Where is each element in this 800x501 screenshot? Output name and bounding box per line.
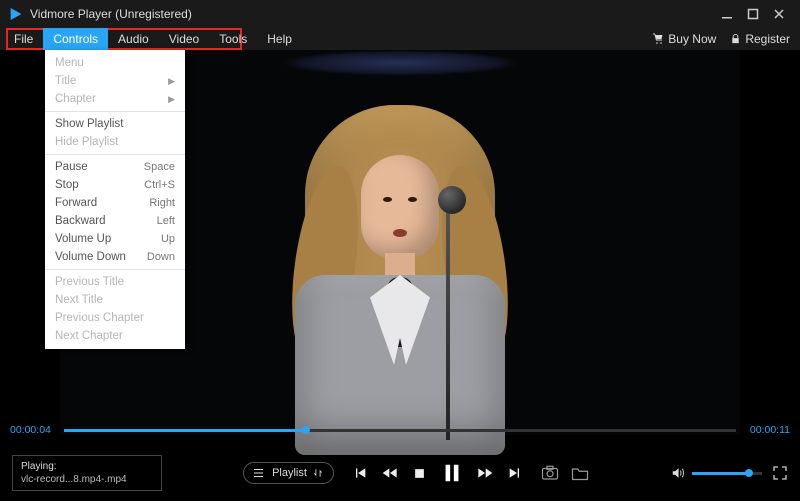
dropdown-item[interactable]: Volume Up Up [45,230,185,248]
dropdown-item-label: Forward [55,197,97,209]
menu-file[interactable]: File [4,28,43,50]
dropdown-item-label: Volume Up [55,233,111,245]
playlist-icon [254,468,266,478]
dropdown-item-label: Previous Chapter [55,312,144,324]
menu-video[interactable]: Video [159,28,209,50]
cart-icon [652,33,664,45]
dropdown-shortcut: Ctrl+S [144,179,175,191]
dropdown-item: Previous Chapter [45,309,185,327]
maximize-button[interactable] [740,4,766,24]
dropdown-item[interactable]: Volume Down Down [45,248,185,266]
dropdown-shortcut: Down [147,251,175,263]
chevron-right-icon: ▶ [168,94,175,105]
now-playing-label: Playing: [21,460,153,473]
dropdown-shortcut: Space [144,161,175,173]
dropdown-item: Hide Playlist [45,133,185,151]
dropdown-separator [45,269,185,270]
video-area[interactable]: Menu Title ▶ Chapter ▶ Show Playlist Hide Play… [0,50,800,435]
controls-dropdown: Menu Title ▶ Chapter ▶ Show Playlist Hide Play… [45,50,185,349]
open-folder-button[interactable] [571,466,589,481]
window-title: Vidmore Player (Unregistered) [30,7,714,21]
dropdown-item-label: Show Playlist [55,118,123,130]
dropdown-item[interactable]: Backward Left [45,212,185,230]
seek-bar[interactable] [64,429,736,432]
dropdown-item-label: Title [55,75,76,87]
menu-tools[interactable]: Tools [209,28,257,50]
dropdown-separator [45,154,185,155]
buy-now-label: Buy Now [668,32,716,46]
dropdown-item: Next Chapter [45,327,185,345]
playlist-label: Playlist [272,467,307,479]
dropdown-item-label: Next Chapter [55,330,123,342]
dropdown-item: Menu [45,54,185,72]
pause-button[interactable] [441,462,463,484]
dropdown-shortcut: Right [149,197,175,209]
minimize-button[interactable] [714,4,740,24]
now-playing-box: Playing: vlc-record...8.mp4-.mp4 [12,455,162,491]
dropdown-item[interactable]: Show Playlist [45,115,185,133]
now-playing-filename: vlc-record...8.mp4-.mp4 [21,473,153,486]
prev-track-button[interactable] [352,465,368,481]
dropdown-separator [45,111,185,112]
fullscreen-button[interactable] [772,465,788,481]
dropdown-item-label: Menu [55,57,84,69]
dropdown-item-label: Hide Playlist [55,136,118,148]
dropdown-item[interactable]: Stop Ctrl+S [45,176,185,194]
register-label: Register [745,32,790,46]
lock-icon [730,33,741,45]
total-time: 00:00:11 [744,424,790,436]
app-logo-icon [8,6,24,22]
playlist-button[interactable]: Playlist [243,462,334,484]
dropdown-shortcut: Up [161,233,175,245]
volume-icon[interactable] [670,466,686,480]
volume-slider[interactable] [692,472,762,475]
dropdown-item-label: Previous Title [55,276,124,288]
dropdown-item: Title ▶ [45,72,185,90]
dropdown-item: Chapter ▶ [45,90,185,108]
dropdown-item[interactable]: Forward Right [45,194,185,212]
menu-audio[interactable]: Audio [108,28,159,50]
snapshot-button[interactable] [541,465,559,481]
dropdown-item[interactable]: Pause Space [45,158,185,176]
buy-now-link[interactable]: Buy Now [652,32,716,46]
dropdown-item-label: Next Title [55,294,103,306]
fast-forward-button[interactable] [477,465,493,481]
menu-controls[interactable]: Controls [43,28,108,50]
next-track-button[interactable] [507,465,523,481]
dropdown-item-label: Volume Down [55,251,126,263]
dropdown-item-label: Backward [55,215,106,227]
dropdown-item-label: Chapter [55,93,96,105]
dropdown-item: Next Title [45,291,185,309]
dropdown-item-label: Pause [55,161,88,173]
sort-icon [313,468,323,478]
rewind-button[interactable] [382,465,398,481]
current-time: 00:00:04 [10,424,56,436]
close-button[interactable] [766,4,792,24]
stop-button[interactable] [412,466,427,481]
register-link[interactable]: Register [730,32,790,46]
dropdown-item: Previous Title [45,273,185,291]
chevron-right-icon: ▶ [168,76,175,87]
menu-help[interactable]: Help [257,28,302,50]
dropdown-item-label: Stop [55,179,79,191]
dropdown-shortcut: Left [157,215,175,227]
